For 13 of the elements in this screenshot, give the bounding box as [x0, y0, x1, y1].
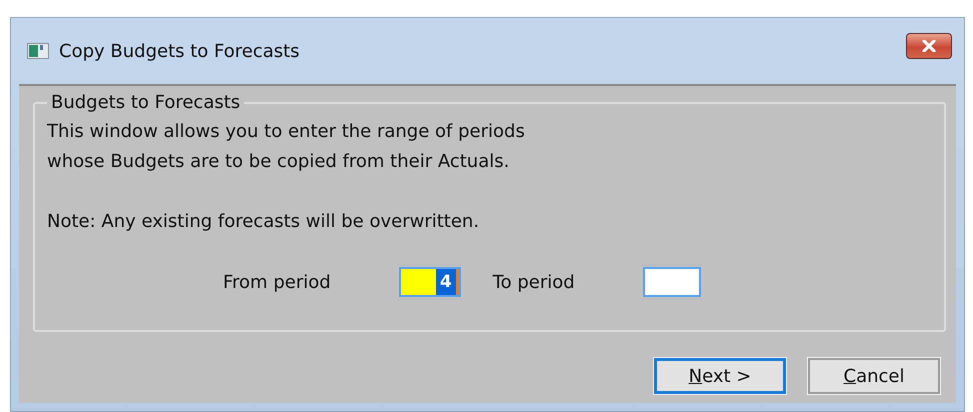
- description-text: Note: Any existing forecasts will be overwritten.: [47, 210, 480, 234]
- close-icon: [920, 40, 938, 52]
- period-field[interactable]: [642, 267, 701, 297]
- group-title: Budgets to Forecasts: [50, 92, 242, 113]
- field-label: From period: [223, 272, 331, 292]
- description-text: This window allows you to enter the range of periods whose Budgets are to be copied from their Actuals.: [47, 120, 526, 174]
- window-title: Copy Budgets to Forecasts: [59, 40, 301, 62]
- field-label: To period: [492, 272, 575, 292]
- dialog-button[interactable]: Cancel: [808, 358, 940, 394]
- period-field[interactable]: 4: [398, 267, 461, 297]
- window-icon: [27, 43, 49, 59]
- dialog-button[interactable]: Next >: [654, 358, 786, 394]
- close-button[interactable]: [906, 33, 952, 59]
